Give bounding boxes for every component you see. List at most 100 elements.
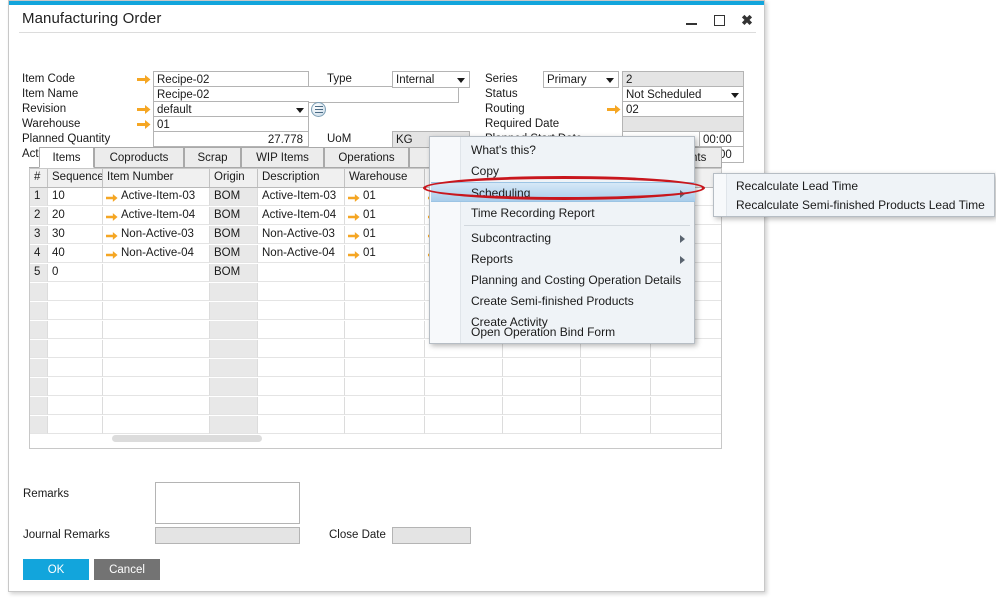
cell-extra-2[interactable] bbox=[581, 416, 651, 434]
cell-warehouse[interactable] bbox=[345, 340, 425, 358]
menu-item-scheduling[interactable]: Scheduling bbox=[431, 182, 695, 202]
menu-item-whats-this[interactable]: What's this? bbox=[431, 140, 695, 160]
link-arrow-icon-revision[interactable] bbox=[137, 104, 151, 115]
cell-item-number[interactable] bbox=[103, 302, 210, 320]
cell-r[interactable] bbox=[425, 359, 503, 377]
cell-extra-2[interactable] bbox=[581, 397, 651, 415]
table-row[interactable] bbox=[30, 378, 722, 396]
tab-coproducts[interactable]: Coproducts bbox=[94, 147, 184, 168]
cell-warehouse[interactable] bbox=[345, 416, 425, 434]
cell-description[interactable]: Non-Active-04 bbox=[258, 245, 345, 263]
maximize-icon[interactable] bbox=[710, 11, 728, 29]
cell-sequence[interactable] bbox=[48, 397, 103, 415]
close-icon[interactable]: ✖ bbox=[738, 11, 756, 29]
series-select[interactable]: Primary bbox=[543, 71, 619, 88]
cell-extra-1[interactable] bbox=[503, 359, 581, 377]
cell-sequence[interactable] bbox=[48, 340, 103, 358]
cell-extra-2[interactable] bbox=[581, 359, 651, 377]
col-header-description[interactable]: Description bbox=[258, 169, 345, 187]
cell-description[interactable] bbox=[258, 302, 345, 320]
cell-item-number[interactable] bbox=[103, 359, 210, 377]
cancel-button[interactable]: Cancel bbox=[94, 559, 160, 580]
cell-description[interactable] bbox=[258, 321, 345, 339]
cell-description[interactable] bbox=[258, 359, 345, 377]
cell-warehouse[interactable] bbox=[345, 283, 425, 301]
cell-sequence[interactable]: 0 bbox=[48, 264, 103, 282]
cell-item-number[interactable] bbox=[103, 416, 210, 434]
cell-extra-3[interactable] bbox=[651, 416, 722, 434]
minimize-icon[interactable] bbox=[682, 11, 700, 29]
cell-warehouse[interactable] bbox=[345, 378, 425, 396]
cell-item-number[interactable] bbox=[103, 264, 210, 282]
cell-extra-3[interactable] bbox=[651, 359, 722, 377]
cell-description[interactable] bbox=[258, 416, 345, 434]
tab-scrap[interactable]: Scrap bbox=[184, 147, 241, 168]
cell-description[interactable] bbox=[258, 283, 345, 301]
cell-sequence[interactable] bbox=[48, 378, 103, 396]
cell-item-number[interactable] bbox=[103, 321, 210, 339]
cell-description[interactable] bbox=[258, 264, 345, 282]
link-arrow-icon[interactable] bbox=[348, 211, 360, 221]
cell-description[interactable] bbox=[258, 378, 345, 396]
cell-description[interactable]: Active-Item-04 bbox=[258, 207, 345, 225]
link-arrow-icon[interactable] bbox=[348, 192, 360, 202]
cell-extra-1[interactable] bbox=[503, 378, 581, 396]
cell-warehouse[interactable] bbox=[345, 321, 425, 339]
cell-sequence[interactable]: 20 bbox=[48, 207, 103, 225]
tab-items[interactable]: Items bbox=[39, 147, 94, 168]
cell-r[interactable] bbox=[425, 397, 503, 415]
type-select[interactable]: Internal bbox=[392, 71, 470, 88]
link-arrow-icon[interactable] bbox=[106, 192, 118, 202]
link-arrow-icon-warehouse[interactable] bbox=[137, 119, 151, 130]
menu-item-copy[interactable]: Copy bbox=[431, 161, 695, 181]
submenu-item-recalculate-semi-finished-products-lead-time[interactable]: Recalculate Semi-finished Products Lead … bbox=[715, 195, 994, 215]
revision-list-button[interactable] bbox=[311, 102, 326, 117]
cell-item-number[interactable] bbox=[103, 378, 210, 396]
cell-sequence[interactable]: 40 bbox=[48, 245, 103, 263]
cell-r[interactable] bbox=[425, 416, 503, 434]
link-arrow-icon[interactable] bbox=[106, 230, 118, 240]
menu-item-create-semi-finished-products[interactable]: Create Semi-finished Products bbox=[431, 291, 695, 311]
table-row[interactable] bbox=[30, 397, 722, 415]
menu-item-open-operation-bind-form[interactable]: Open Operation Bind Form bbox=[431, 322, 695, 342]
cell-warehouse[interactable]: 01 bbox=[345, 207, 425, 225]
cell-extra-3[interactable] bbox=[651, 378, 722, 396]
tab-operations[interactable]: Operations bbox=[324, 147, 409, 168]
col-header-num[interactable]: # bbox=[30, 169, 48, 187]
context-menu[interactable]: What's this? Copy Scheduling Time Record… bbox=[429, 136, 695, 344]
cell-extra-1[interactable] bbox=[503, 397, 581, 415]
link-arrow-icon[interactable] bbox=[106, 249, 118, 259]
cell-item-number[interactable]: Active-Item-04 bbox=[103, 207, 210, 225]
grid-horizontal-scrollbar[interactable] bbox=[112, 435, 262, 442]
cell-description[interactable]: Non-Active-03 bbox=[258, 226, 345, 244]
link-arrow-icon-item-code[interactable] bbox=[137, 74, 151, 85]
menu-item-planning-and-costing-operation-details[interactable]: Planning and Costing Operation Details bbox=[431, 270, 695, 290]
cell-extra-1[interactable] bbox=[503, 416, 581, 434]
cell-extra-3[interactable] bbox=[651, 397, 722, 415]
menu-item-subcontracting[interactable]: Subcontracting bbox=[431, 228, 695, 248]
cell-description[interactable] bbox=[258, 340, 345, 358]
col-header-sequence[interactable]: Sequence bbox=[48, 169, 103, 187]
ok-button[interactable]: OK bbox=[23, 559, 89, 580]
cell-item-number[interactable]: Active-Item-03 bbox=[103, 188, 210, 206]
cell-warehouse[interactable] bbox=[345, 397, 425, 415]
cell-extra-2[interactable] bbox=[581, 378, 651, 396]
cell-warehouse[interactable]: 01 bbox=[345, 226, 425, 244]
cell-sequence[interactable]: 10 bbox=[48, 188, 103, 206]
submenu-item-recalculate-lead-time[interactable]: Recalculate Lead Time bbox=[715, 176, 994, 196]
remarks-textarea[interactable] bbox=[155, 482, 300, 524]
link-arrow-icon-routing[interactable] bbox=[607, 104, 621, 115]
cell-description[interactable]: Active-Item-03 bbox=[258, 188, 345, 206]
cell-warehouse[interactable] bbox=[345, 302, 425, 320]
cell-item-number[interactable]: Non-Active-03 bbox=[103, 226, 210, 244]
col-header-warehouse[interactable]: Warehouse bbox=[345, 169, 425, 187]
cell-warehouse[interactable]: 01 bbox=[345, 245, 425, 263]
cell-sequence[interactable] bbox=[48, 283, 103, 301]
cell-warehouse[interactable]: 01 bbox=[345, 188, 425, 206]
link-arrow-icon[interactable] bbox=[106, 211, 118, 221]
col-header-item-number[interactable]: Item Number bbox=[103, 169, 210, 187]
cell-warehouse[interactable] bbox=[345, 264, 425, 282]
cell-sequence[interactable]: 30 bbox=[48, 226, 103, 244]
cell-item-number[interactable] bbox=[103, 397, 210, 415]
cell-sequence[interactable] bbox=[48, 321, 103, 339]
